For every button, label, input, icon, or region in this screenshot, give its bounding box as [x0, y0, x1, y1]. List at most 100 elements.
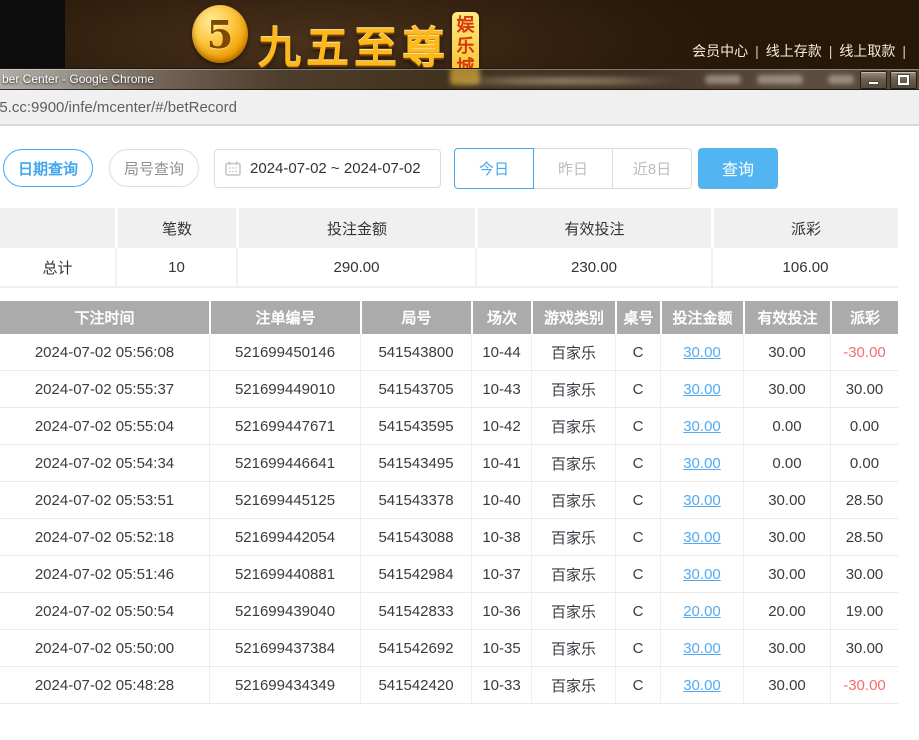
cell-session: 10-40 [471, 482, 531, 519]
cell-bet-amount[interactable]: 30.00 [660, 519, 743, 556]
cell-time: 2024-07-02 05:50:00 [0, 630, 209, 667]
cell-order-id: 521699450146 [209, 334, 360, 371]
header-order-id: 注单编号 [209, 301, 360, 334]
cell-round-id: 541543378 [360, 482, 471, 519]
cell-order-id: 521699440881 [209, 556, 360, 593]
cell-valid-bet: 0.00 [743, 445, 830, 482]
cell-round-id: 541543800 [360, 334, 471, 371]
cell-payout: 30.00 [830, 371, 898, 408]
cell-round-id: 541543088 [360, 519, 471, 556]
summary-table: 笔数 投注金额 有效投注 派彩 总计 10 290.00 230.00 106.… [0, 208, 898, 288]
cell-order-id: 521699437384 [209, 630, 360, 667]
header-bet-time: 下注时间 [0, 301, 209, 334]
minimize-button[interactable] [860, 71, 887, 89]
cell-time: 2024-07-02 05:55:37 [0, 371, 209, 408]
date-range-text: 2024-07-02 ~ 2024-07-02 [250, 160, 421, 177]
cell-valid-bet: 20.00 [743, 593, 830, 630]
maximize-button[interactable] [890, 71, 917, 89]
badge-char: 娱 [457, 15, 475, 36]
maximize-icon [898, 75, 909, 85]
blurred-decoration [757, 75, 803, 84]
cell-valid-bet: 30.00 [743, 667, 830, 704]
cell-bet-amount[interactable]: 30.00 [660, 630, 743, 667]
browser-title-bar: ber Center - Google Chrome [0, 68, 919, 90]
summary-header-count: 笔数 [115, 208, 236, 248]
tab-round-query[interactable]: 局号查询 [109, 149, 199, 187]
cell-bet-amount[interactable]: 30.00 [660, 371, 743, 408]
cell-game-type: 百家乐 [531, 371, 615, 408]
today-button[interactable]: 今日 [454, 148, 534, 189]
cell-time: 2024-07-02 05:48:28 [0, 667, 209, 704]
address-url: 05.cc:9900/infe/mcenter/#/betRecord [0, 99, 237, 116]
cell-table-id: C [615, 630, 660, 667]
blurred-decoration [705, 75, 741, 84]
table-row: 2024-07-02 05:51:46521699440881541542984… [0, 556, 898, 593]
cell-session: 10-42 [471, 408, 531, 445]
cell-game-type: 百家乐 [531, 445, 615, 482]
filter-row: 日期查询 局号查询 2024-07-02 ~ 2024-07-02 今日 昨日 … [3, 148, 919, 188]
nav-link-withdraw[interactable]: 线上取款 [839, 43, 895, 59]
cell-table-id: C [615, 667, 660, 704]
cell-bet-amount[interactable]: 30.00 [660, 556, 743, 593]
table-row: 2024-07-02 05:55:04521699447671541543595… [0, 408, 898, 445]
cell-bet-amount[interactable]: 20.00 [660, 593, 743, 630]
cell-table-id: C [615, 371, 660, 408]
cell-round-id: 541542692 [360, 630, 471, 667]
cell-round-id: 541542833 [360, 593, 471, 630]
search-button[interactable]: 查询 [698, 148, 778, 189]
table-row: 2024-07-02 05:48:28521699434349541542420… [0, 667, 898, 704]
nav-separator: | [755, 43, 759, 59]
quick-range-group: 今日 昨日 近8日 [454, 148, 692, 189]
cell-valid-bet: 30.00 [743, 334, 830, 371]
cell-bet-amount[interactable]: 30.00 [660, 482, 743, 519]
cell-order-id: 521699449010 [209, 371, 360, 408]
cell-round-id: 541543705 [360, 371, 471, 408]
cell-valid-bet: 30.00 [743, 556, 830, 593]
site-logo-title: 九五至尊 [258, 14, 450, 68]
cell-round-id: 541542984 [360, 556, 471, 593]
cell-time: 2024-07-02 05:50:54 [0, 593, 209, 630]
header-bet-amount: 投注金额 [660, 301, 743, 334]
cell-bet-amount[interactable]: 30.00 [660, 334, 743, 371]
summary-header-valid-bet: 有效投注 [475, 208, 711, 248]
cell-game-type: 百家乐 [531, 482, 615, 519]
logo-glyph: 5 [207, 12, 233, 57]
cell-time: 2024-07-02 05:52:18 [0, 519, 209, 556]
bet-record-table: 下注时间 注单编号 局号 场次 游戏类别 桌号 投注金额 有效投注 派彩 202… [0, 301, 898, 704]
summary-header-row: 笔数 投注金额 有效投注 派彩 [0, 208, 898, 248]
nav-link-deposit[interactable]: 线上存款 [766, 43, 822, 59]
cell-bet-amount[interactable]: 30.00 [660, 667, 743, 704]
header-round-id: 局号 [360, 301, 471, 334]
cell-payout: -30.00 [830, 667, 898, 704]
summary-total-bet-amount: 290.00 [236, 248, 475, 288]
cell-payout: 30.00 [830, 630, 898, 667]
cell-time: 2024-07-02 05:55:04 [0, 408, 209, 445]
last-8-days-button[interactable]: 近8日 [612, 148, 692, 189]
address-bar[interactable]: 05.cc:9900/infe/mcenter/#/betRecord [0, 90, 919, 126]
cell-valid-bet: 30.00 [743, 519, 830, 556]
cell-round-id: 541543495 [360, 445, 471, 482]
cell-round-id: 541543595 [360, 408, 471, 445]
cell-bet-amount[interactable]: 30.00 [660, 445, 743, 482]
cell-time: 2024-07-02 05:56:08 [0, 334, 209, 371]
badge-char: 城 [457, 57, 475, 68]
cell-session: 10-41 [471, 445, 531, 482]
date-range-picker[interactable]: 2024-07-02 ~ 2024-07-02 [214, 149, 441, 188]
table-row: 2024-07-02 05:53:51521699445125541543378… [0, 482, 898, 519]
tab-date-query[interactable]: 日期查询 [3, 149, 93, 187]
header-table-id: 桌号 [615, 301, 660, 334]
cell-time: 2024-07-02 05:54:34 [0, 445, 209, 482]
cell-table-id: C [615, 556, 660, 593]
cell-time: 2024-07-02 05:51:46 [0, 556, 209, 593]
cell-order-id: 521699434349 [209, 667, 360, 704]
cell-payout: 0.00 [830, 408, 898, 445]
minimize-icon [868, 81, 879, 85]
cell-game-type: 百家乐 [531, 630, 615, 667]
yesterday-button[interactable]: 昨日 [533, 148, 613, 189]
table-row: 2024-07-02 05:54:34521699446641541543495… [0, 445, 898, 482]
cell-session: 10-33 [471, 667, 531, 704]
summary-header-payout: 派彩 [711, 208, 898, 248]
cell-game-type: 百家乐 [531, 408, 615, 445]
cell-bet-amount[interactable]: 30.00 [660, 408, 743, 445]
nav-link-member-center[interactable]: 会员中心 [692, 43, 748, 59]
